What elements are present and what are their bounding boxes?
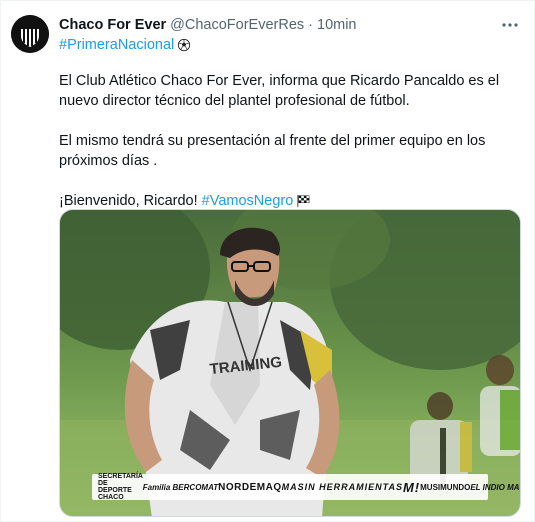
sponsor-el-indio: EL INDIO MAYORISTA	[470, 482, 520, 492]
user-handle[interactable]: @ChacoForEverRes	[170, 17, 304, 33]
sponsor-bercomat: Familia BERCOMAT	[142, 482, 219, 492]
hashtag-vamos-negro[interactable]: #VamosNegro	[202, 191, 294, 211]
sponsor-deporte: SECRETARÍA DE DEPORTE CHACO	[98, 473, 143, 501]
tweet-paragraph-3: ¡Bienvenido, Ricardo! #VamosNegro	[59, 191, 519, 211]
sponsor-nordemaq: NORDEMAQ	[218, 481, 282, 493]
club-crest-icon	[11, 15, 49, 53]
hashtag-primera-nacional[interactable]: #PrimeraNacional	[59, 37, 174, 53]
tweet-paragraph-1: El Club Atlético Chaco For Ever, informa…	[59, 73, 500, 109]
sponsor-masin: MASIN HERRAMIENTAS	[281, 482, 403, 492]
tweet-paragraph-2: El mismo tendrá su presentación al frent…	[59, 133, 486, 169]
sponsor-bar: SECRETARÍA DE DEPORTE CHACO Familia BERC…	[92, 473, 520, 501]
display-name[interactable]: Chaco For Ever	[59, 17, 166, 33]
sponsor-musimundo: MUSIMUNDO	[420, 482, 471, 492]
coach-photo-illustration: TRAINING	[60, 210, 520, 516]
separator-dot: ·	[308, 17, 313, 33]
avatar[interactable]	[11, 15, 49, 53]
tweet-card[interactable]: Chaco For Ever @ChacoForEverRes · 10min …	[0, 0, 535, 522]
sponsor-m: M!	[402, 479, 421, 495]
tweet-header: Chaco For Ever @ChacoForEverRes · 10min	[59, 15, 520, 35]
more-options-icon[interactable]	[500, 15, 520, 35]
soccer-ball-icon	[178, 38, 191, 52]
tweet-photo[interactable]: TRAINING SECRETARÍA DE DEPORTE CHACO Fam…	[59, 209, 521, 517]
timestamp[interactable]: 10min	[317, 17, 357, 33]
hashtag-line: #PrimeraNacional	[59, 37, 192, 53]
tweet-text: El Club Atlético Chaco For Ever, informa…	[59, 71, 519, 211]
checkered-flag-icon	[297, 194, 310, 208]
welcome-text: ¡Bienvenido, Ricardo!	[59, 193, 202, 209]
